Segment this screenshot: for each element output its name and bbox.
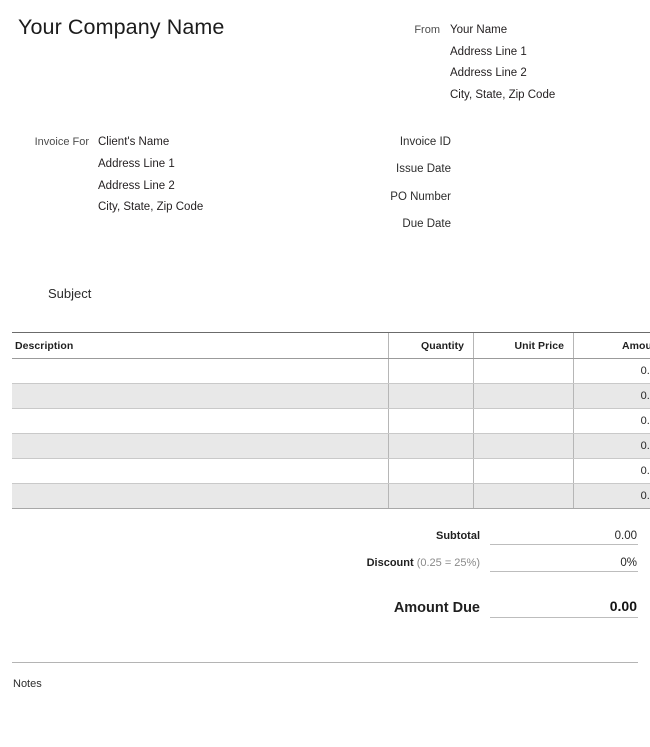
- invoice-for-label: Invoice For: [34, 136, 89, 148]
- cell-description[interactable]: [12, 433, 389, 459]
- subtotal-label: Subtotal: [436, 530, 480, 542]
- meta-field-issue-date[interactable]: Issue Date: [291, 163, 451, 190]
- from-address-line-1-value[interactable]: Address Line 1: [450, 46, 527, 58]
- cell-unit-price[interactable]: [473, 458, 574, 484]
- cell-unit-price[interactable]: [473, 408, 574, 434]
- amount-due-value: 0.00: [490, 598, 638, 618]
- table-header-row: Description Quantity Unit Price Amount: [12, 332, 650, 359]
- table-row: 0.00: [12, 408, 650, 434]
- column-header-description: Description: [12, 332, 389, 359]
- discount-label: Discount (0.25 = 25%): [360, 557, 490, 572]
- column-header-unit-price: Unit Price: [473, 332, 574, 359]
- line-items-table: Description Quantity Unit Price Amount 0…: [12, 332, 650, 509]
- from-label: From: [414, 24, 440, 36]
- invoice-for-row: Address Line 1: [0, 158, 330, 180]
- cell-unit-price[interactable]: [473, 433, 574, 459]
- column-header-amount: Amount: [573, 332, 650, 359]
- table-row: 0.00: [12, 358, 650, 384]
- invoice-for-row: Address Line 2: [0, 180, 330, 202]
- subtotal-row: Subtotal 0.00: [360, 518, 638, 545]
- from-name-value[interactable]: Your Name: [450, 24, 507, 36]
- client-address-line-2-value[interactable]: Address Line 2: [98, 180, 175, 192]
- cell-amount: 0.00: [573, 458, 650, 484]
- cell-amount: 0.00: [573, 483, 650, 509]
- client-name-value[interactable]: Client's Name: [98, 136, 169, 148]
- cell-amount: 0.00: [573, 383, 650, 409]
- amount-due-row: Amount Due 0.00: [360, 592, 638, 618]
- meta-field-invoice-id[interactable]: Invoice ID: [291, 136, 451, 163]
- subtotal-value: 0.00: [490, 530, 638, 545]
- from-row: City, State, Zip Code: [380, 89, 638, 111]
- meta-field-due-date[interactable]: Due Date: [291, 218, 451, 245]
- notes-label[interactable]: Notes: [13, 678, 42, 690]
- client-city-state-zip-value[interactable]: City, State, Zip Code: [98, 201, 203, 213]
- subject-label[interactable]: Subject: [48, 286, 91, 301]
- cell-quantity[interactable]: [388, 458, 474, 484]
- cell-amount: 0.00: [573, 408, 650, 434]
- meta-field-po-number[interactable]: PO Number: [291, 191, 451, 218]
- discount-hint: (0.25 = 25%): [416, 557, 480, 569]
- amount-due-label: Amount Due: [393, 600, 480, 616]
- invoice-for-row: City, State, Zip Code: [0, 201, 330, 223]
- cell-quantity[interactable]: [388, 483, 474, 509]
- from-address-line-2-value[interactable]: Address Line 2: [450, 67, 527, 79]
- invoice-for-block: Invoice For Client's Name Address Line 1…: [0, 136, 330, 223]
- discount-row: Discount (0.25 = 25%) 0%: [360, 545, 638, 572]
- from-row: Address Line 2: [380, 67, 638, 89]
- cell-description[interactable]: [12, 358, 389, 384]
- totals-block: Subtotal 0.00 Discount (0.25 = 25%) 0%: [360, 518, 638, 572]
- cell-unit-price[interactable]: [473, 358, 574, 384]
- from-row: From Your Name: [380, 24, 638, 46]
- table-row: 0.00: [12, 458, 650, 484]
- cell-quantity[interactable]: [388, 433, 474, 459]
- cell-description[interactable]: [12, 408, 389, 434]
- from-block: From Your Name Address Line 1 Address Li…: [380, 24, 638, 110]
- table-row: 0.00: [12, 433, 650, 459]
- cell-description[interactable]: [12, 383, 389, 409]
- table-body: 0.00 0.00 0.00 0.00 0.00: [12, 358, 650, 509]
- cell-unit-price[interactable]: [473, 483, 574, 509]
- cell-quantity[interactable]: [388, 408, 474, 434]
- cell-description[interactable]: [12, 483, 389, 509]
- cell-description[interactable]: [12, 458, 389, 484]
- table-row: 0.00: [12, 383, 650, 409]
- table-head: Description Quantity Unit Price Amount: [12, 332, 650, 359]
- cell-unit-price[interactable]: [473, 383, 574, 409]
- from-row: Address Line 1: [380, 46, 638, 68]
- invoice-for-row: Invoice For Client's Name: [0, 136, 330, 158]
- invoice-meta-block: Invoice ID Issue Date PO Number Due Date: [291, 136, 451, 245]
- notes-divider: [12, 662, 638, 663]
- discount-label-text: Discount: [366, 557, 414, 569]
- client-address-line-1-value[interactable]: Address Line 1: [98, 158, 175, 170]
- cell-quantity[interactable]: [388, 383, 474, 409]
- table-row: 0.00: [12, 483, 650, 509]
- cell-amount: 0.00: [573, 433, 650, 459]
- cell-quantity[interactable]: [388, 358, 474, 384]
- discount-value[interactable]: 0%: [490, 557, 638, 572]
- from-city-state-zip-value[interactable]: City, State, Zip Code: [450, 89, 555, 101]
- cell-amount: 0.00: [573, 358, 650, 384]
- column-header-quantity: Quantity: [388, 332, 474, 359]
- page-title: Your Company Name: [18, 15, 225, 39]
